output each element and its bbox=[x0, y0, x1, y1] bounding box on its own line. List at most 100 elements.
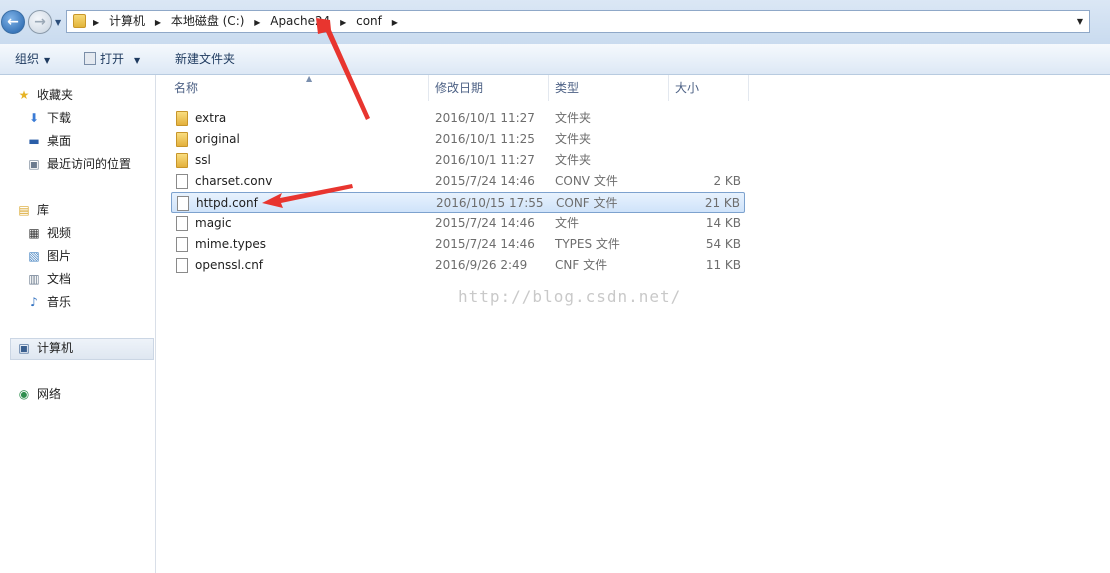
nav-favorites-label: 收藏夹 bbox=[37, 88, 74, 102]
open-button[interactable]: 打开 ▼ bbox=[84, 44, 140, 74]
desktop-icon: ▬ bbox=[28, 134, 40, 148]
nav-videos[interactable]: ▦ 视频 bbox=[26, 223, 71, 243]
column-modified-label: 修改日期 bbox=[435, 81, 484, 95]
column-header-type[interactable]: 类型 bbox=[549, 75, 669, 101]
nav-computer[interactable]: ▣ 计算机 bbox=[16, 338, 73, 358]
file-size: 14 KB bbox=[705, 216, 741, 230]
organize-button[interactable]: 组织 ▼ bbox=[15, 44, 50, 74]
nav-network-label: 网络 bbox=[37, 387, 62, 401]
folder-icon bbox=[176, 111, 188, 126]
file-type: 文件夹 bbox=[555, 132, 592, 146]
nav-favorites[interactable]: ★ 收藏夹 bbox=[16, 85, 73, 105]
breadcrumb-conf[interactable]: conf bbox=[356, 14, 382, 28]
nav-documents-label: 文档 bbox=[47, 272, 72, 286]
file-name: extra bbox=[195, 111, 227, 125]
chevron-right-icon[interactable]: ▶ bbox=[254, 18, 260, 27]
file-name: magic bbox=[195, 216, 232, 230]
address-field[interactable]: ▶ 计算机 ▶ 本地磁盘 (C:) ▶ Apache24 ▶ conf ▶ ▼ bbox=[66, 10, 1090, 33]
back-button[interactable]: ← bbox=[1, 10, 25, 34]
file-size: 21 KB bbox=[704, 196, 740, 210]
nav-music-label: 音乐 bbox=[47, 295, 72, 309]
nav-network[interactable]: ◉ 网络 bbox=[16, 384, 61, 404]
nav-desktop[interactable]: ▬ 桌面 bbox=[26, 131, 71, 151]
network-icon: ◉ bbox=[18, 387, 30, 401]
new-folder-button[interactable]: 新建文件夹 bbox=[175, 44, 235, 74]
file-row[interactable]: mime.types 2015/7/24 14:46 TYPES 文件 54 KB bbox=[171, 234, 745, 255]
download-icon: ⬇ bbox=[28, 111, 40, 125]
file-modified-date: 2016/10/1 11:27 bbox=[435, 111, 535, 125]
file-modified-date: 2015/7/24 14:46 bbox=[435, 216, 535, 230]
nav-documents[interactable]: ▥ 文档 bbox=[26, 269, 71, 289]
breadcrumb-apache[interactable]: Apache24 bbox=[270, 14, 330, 28]
new-folder-label: 新建文件夹 bbox=[175, 52, 236, 66]
watermark-text: http://blog.csdn.net/ bbox=[458, 287, 682, 306]
nav-videos-label: 视频 bbox=[47, 226, 72, 240]
folder-icon bbox=[73, 14, 86, 28]
file-type: CNF 文件 bbox=[555, 258, 608, 272]
navigation-pane: ★ 收藏夹 ⬇ 下载 ▬ 桌面 ▣ 最近访问的位置 ▤ 库 ▦ 视频 ▧ 图片 ▥ 文档 ♪ 音乐… bbox=[0, 75, 156, 573]
file-row[interactable]: ssl 2016/10/1 11:27 文件夹 bbox=[171, 150, 745, 171]
file-modified-date: 2016/10/1 11:25 bbox=[435, 132, 535, 146]
chevron-right-icon[interactable]: ▶ bbox=[155, 18, 161, 27]
column-name-label: 名称 bbox=[174, 81, 199, 95]
nav-pictures[interactable]: ▧ 图片 bbox=[26, 246, 71, 266]
file-row[interactable]: httpd.conf 2016/10/15 17:55 CONF 文件 21 KB bbox=[171, 192, 745, 213]
file-row[interactable]: openssl.cnf 2016/9/26 2:49 CNF 文件 11 KB bbox=[171, 255, 745, 276]
file-modified-date: 2015/7/24 14:46 bbox=[435, 237, 535, 251]
chevron-right-icon[interactable]: ▶ bbox=[340, 18, 346, 27]
file-type: CONV 文件 bbox=[555, 174, 618, 188]
file-modified-date: 2016/9/26 2:49 bbox=[435, 258, 528, 272]
nav-libraries-label: 库 bbox=[37, 203, 50, 217]
column-header-name[interactable]: 名称 ▲ bbox=[168, 75, 429, 101]
document-icon: ▥ bbox=[28, 272, 40, 286]
address-dropdown-icon[interactable]: ▼ bbox=[1077, 11, 1083, 32]
breadcrumb: ▶ 计算机 ▶ 本地磁盘 (C:) ▶ Apache24 ▶ conf ▶ bbox=[93, 11, 404, 32]
open-label: 打开 bbox=[100, 52, 125, 66]
chevron-right-icon[interactable]: ▶ bbox=[392, 18, 398, 27]
breadcrumb-local-disk[interactable]: 本地磁盘 (C:) bbox=[171, 14, 245, 28]
file-row[interactable]: extra 2016/10/1 11:27 文件夹 bbox=[171, 108, 745, 129]
nav-libraries[interactable]: ▤ 库 bbox=[16, 200, 49, 220]
history-dropdown-icon[interactable]: ▼ bbox=[55, 18, 61, 27]
file-type: 文件夹 bbox=[555, 153, 592, 167]
column-header-modified[interactable]: 修改日期 bbox=[429, 75, 549, 101]
file-name: httpd.conf bbox=[196, 196, 258, 210]
picture-icon: ▧ bbox=[28, 249, 40, 263]
file-icon bbox=[176, 216, 188, 231]
file-size: 2 KB bbox=[713, 174, 741, 188]
star-icon: ★ bbox=[18, 88, 30, 102]
folder-icon bbox=[176, 132, 188, 147]
column-type-label: 类型 bbox=[555, 81, 580, 95]
nav-recent[interactable]: ▣ 最近访问的位置 bbox=[26, 154, 131, 174]
file-modified-date: 2015/7/24 14:46 bbox=[435, 174, 535, 188]
nav-downloads[interactable]: ⬇ 下载 bbox=[26, 108, 71, 128]
file-name: ssl bbox=[195, 153, 211, 167]
file-icon bbox=[176, 237, 188, 252]
sort-ascending-icon: ▲ bbox=[306, 74, 313, 83]
file-type: 文件夹 bbox=[555, 111, 592, 125]
file-row[interactable]: magic 2015/7/24 14:46 文件 14 KB bbox=[171, 213, 745, 234]
chevron-right-icon[interactable]: ▶ bbox=[93, 18, 99, 27]
file-modified-date: 2016/10/1 11:27 bbox=[435, 153, 535, 167]
file-type: CONF 文件 bbox=[556, 196, 618, 210]
file-icon bbox=[176, 174, 188, 189]
recent-places-icon: ▣ bbox=[28, 157, 40, 171]
file-row[interactable]: charset.conv 2015/7/24 14:46 CONV 文件 2 KB bbox=[171, 171, 745, 192]
file-name: openssl.cnf bbox=[195, 258, 264, 272]
computer-icon: ▣ bbox=[18, 341, 30, 355]
breadcrumb-computer[interactable]: 计算机 bbox=[109, 14, 145, 28]
nav-desktop-label: 桌面 bbox=[47, 134, 72, 148]
nav-music[interactable]: ♪ 音乐 bbox=[26, 292, 71, 312]
file-type: 文件 bbox=[555, 216, 580, 230]
column-header-size[interactable]: 大小 bbox=[669, 75, 749, 101]
address-bar-area: ← → ▼ ▶ 计算机 ▶ 本地磁盘 (C:) ▶ Apache24 ▶ con… bbox=[0, 0, 1110, 44]
file-modified-date: 2016/10/15 17:55 bbox=[436, 196, 544, 210]
file-size: 54 KB bbox=[705, 237, 741, 251]
library-icon: ▤ bbox=[18, 203, 30, 217]
folder-icon bbox=[176, 153, 188, 168]
file-icon bbox=[177, 196, 189, 211]
forward-button[interactable]: → bbox=[28, 10, 52, 34]
file-row[interactable]: original 2016/10/1 11:25 文件夹 bbox=[171, 129, 745, 150]
nav-pictures-label: 图片 bbox=[47, 249, 72, 263]
open-file-icon bbox=[84, 52, 96, 65]
